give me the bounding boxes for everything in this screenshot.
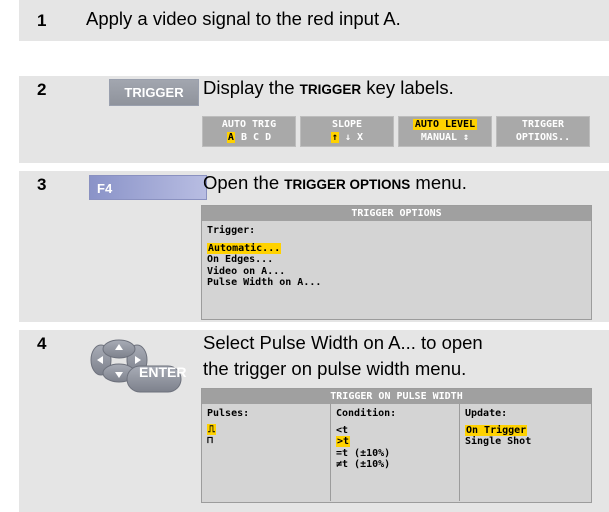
condition-greater-than[interactable]: >t — [336, 436, 351, 447]
step-number: 1 — [37, 11, 47, 30]
softkey-slope[interactable]: SLOPE ↑ ↓ X — [300, 116, 394, 147]
softkey-trigger-options[interactable]: TRIGGER OPTIONS.. — [496, 116, 590, 147]
menu-item-video[interactable]: Video on A... — [207, 266, 586, 278]
pulse-negative-icon[interactable]: ⊓ — [207, 435, 325, 446]
softkey-auto-level[interactable]: AUTO LEVEL MANUAL ↕ — [398, 116, 492, 147]
softkey-auto-trig[interactable]: AUTO TRIG A B C D — [202, 116, 296, 147]
f4-button-label: F4 — [97, 181, 113, 196]
pulse-positive-icon[interactable]: ⎍ — [207, 424, 325, 435]
enter-button-label: ENTER — [139, 364, 187, 380]
step-text: Display the TRIGGER key labels. — [203, 77, 454, 98]
step-4-row: 4 ENTER Select Pulse Width on A... to op… — [19, 330, 609, 512]
step-number: 3 — [37, 175, 47, 194]
trigger-options-menu: TRIGGER OPTIONS Trigger: Automatic... On… — [201, 205, 592, 320]
menu-item-on-edges[interactable]: On Edges... — [207, 254, 586, 266]
step-1-row: 1 Apply a video signal to the red input … — [19, 0, 609, 41]
pulses-label: Pulses: — [207, 408, 250, 419]
step-number: 4 — [37, 334, 47, 353]
condition-equal[interactable]: =t (±10%) — [336, 448, 454, 460]
condition-label: Condition: — [336, 408, 397, 419]
menu-title: TRIGGER ON PULSE WIDTH — [202, 389, 591, 404]
trigger-button[interactable]: TRIGGER — [109, 79, 199, 106]
menu-item-pulse-width[interactable]: Pulse Width on A... — [207, 277, 586, 289]
step-text: Open the TRIGGER OPTIONS menu. — [203, 172, 467, 193]
update-label: Update: — [465, 408, 508, 419]
step-text: Apply a video signal to the red input A. — [86, 8, 401, 29]
trigger-button-label: TRIGGER — [124, 85, 184, 100]
menu-label: Trigger: — [207, 225, 256, 236]
trigger-softkey-labels: AUTO TRIG A B C D SLOPE ↑ ↓ X AUTO LEVEL… — [202, 116, 590, 147]
condition-not-equal[interactable]: ≠t (±10%) — [336, 459, 454, 471]
step-number: 2 — [37, 80, 47, 99]
update-on-trigger[interactable]: On Trigger — [465, 424, 528, 436]
condition-less-than[interactable]: <t — [336, 425, 454, 437]
menu-title: TRIGGER OPTIONS — [202, 206, 591, 221]
f4-button[interactable]: F4 — [89, 175, 207, 200]
update-single-shot[interactable]: Single Shot — [465, 436, 586, 448]
step-text: Select Pulse Width on A... to open the t… — [203, 332, 483, 379]
trigger-on-pulse-width-menu: TRIGGER ON PULSE WIDTH Pulses: ⎍ ⊓ Condi… — [201, 388, 592, 503]
step-2-row: 2 TRIGGER Display the TRIGGER key labels… — [19, 76, 609, 163]
step-3-row: 3 F4 Open the TRIGGER OPTIONS menu. TRIG… — [19, 171, 609, 322]
menu-item-automatic[interactable]: Automatic... — [207, 242, 282, 254]
